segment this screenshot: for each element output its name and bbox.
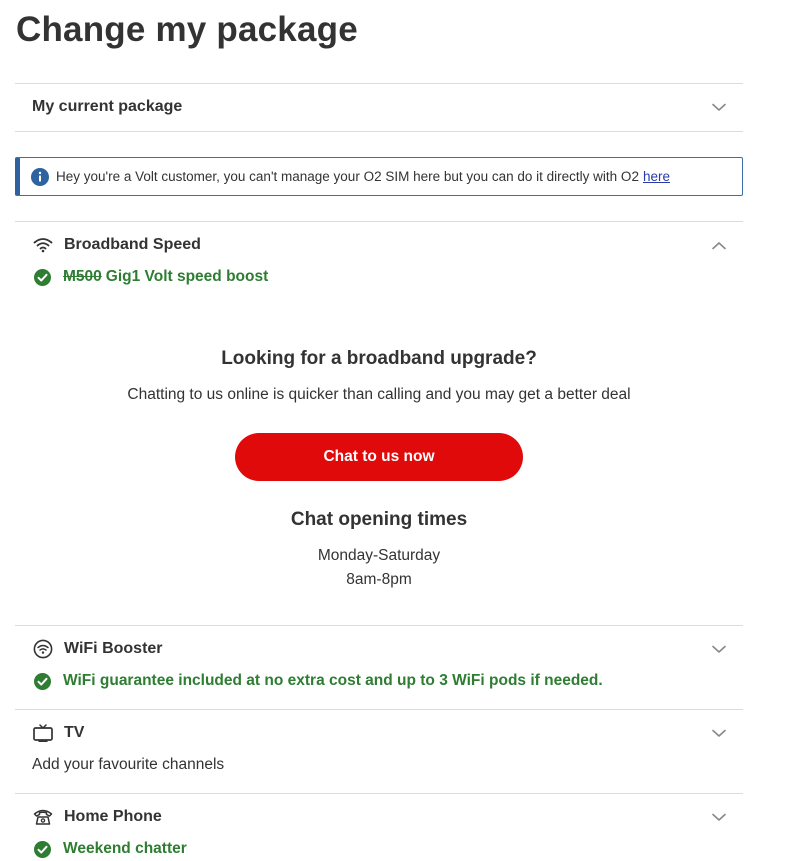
home-phone-status-text: Weekend chatter [63, 840, 187, 857]
o2-here-link[interactable]: here [643, 169, 670, 184]
tv-icon [32, 722, 54, 744]
wifi-status: WiFi guarantee included at no extra cost… [15, 670, 743, 692]
chevron-up-icon[interactable] [711, 237, 727, 253]
home-phone-accordion[interactable]: Home Phone Weekend chatter [15, 794, 743, 860]
tv-accordion[interactable]: TV Add your favourite channels [15, 710, 743, 776]
new-plan: Gig1 Volt speed boost [105, 268, 269, 285]
chevron-down-icon[interactable] [711, 99, 727, 115]
check-circle-icon [34, 840, 51, 858]
tv-title: TV [64, 724, 85, 741]
chat-days: Monday-Saturday [317, 547, 441, 564]
wifi-booster-icon [32, 638, 54, 660]
current-package-label: My current package [32, 98, 183, 115]
divider [15, 131, 743, 132]
home-phone-status: Weekend chatter [15, 838, 743, 860]
broadband-speed-title: Broadband Speed [64, 236, 201, 253]
tv-description: Add your favourite channels [32, 756, 225, 773]
home-phone-icon [32, 806, 54, 828]
chat-to-us-button[interactable]: Chat to us now [235, 433, 523, 481]
upgrade-description: Chatting to us online is quicker than ca… [127, 386, 631, 403]
chat-times-heading: Chat opening times [290, 509, 468, 530]
chevron-down-icon[interactable] [711, 809, 727, 825]
page-title: Change my package [16, 10, 358, 49]
check-circle-icon [34, 268, 51, 286]
volt-info-alert: Hey you're a Volt customer, you can't ma… [15, 157, 743, 196]
wifi-booster-accordion[interactable]: WiFi Booster WiFi guarantee included at … [15, 626, 743, 692]
broadband-speed-accordion[interactable]: Broadband Speed M500 Gig1 Volt speed boos… [15, 222, 743, 288]
chevron-down-icon[interactable] [711, 725, 727, 741]
wifi-booster-title: WiFi Booster [64, 640, 163, 657]
check-circle-icon [34, 672, 51, 690]
broadband-status: M500 Gig1 Volt speed boost [15, 266, 743, 288]
home-phone-title: Home Phone [64, 808, 162, 825]
wifi-status-text: WiFi guarantee included at no extra cost… [63, 672, 603, 689]
current-package-accordion[interactable]: My current package [15, 84, 743, 130]
chevron-down-icon[interactable] [711, 641, 727, 657]
info-icon [31, 167, 49, 186]
chat-hours: 8am-8pm [346, 571, 412, 588]
wifi-icon [32, 234, 54, 256]
alert-text: Hey you're a Volt customer, you can't ma… [56, 169, 639, 184]
old-plan: M500 [63, 268, 102, 285]
upgrade-heading: Looking for a broadband upgrade? [221, 348, 537, 369]
alert-message: Hey you're a Volt customer, you can't ma… [56, 169, 670, 184]
